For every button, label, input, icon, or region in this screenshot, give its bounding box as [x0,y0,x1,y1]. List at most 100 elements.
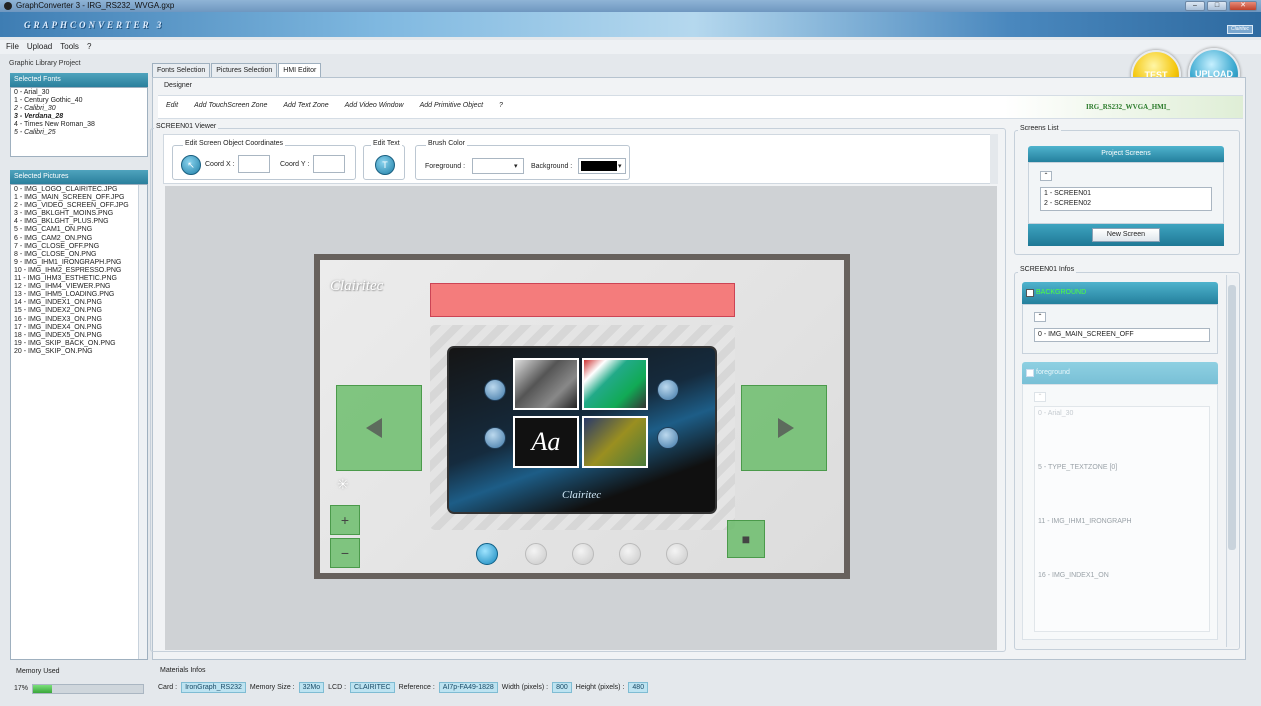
foreground-objects-list: 0 - Arial_30 5 - TYPE_TEXTZONE [0] 11 - … [1034,406,1210,632]
edit-text-button[interactable]: T [375,155,395,175]
list-item[interactable]: 3 - Verdana_28 [14,113,144,121]
hmi-side-button[interactable] [657,427,679,449]
list-item[interactable]: 20 - IMG_SKIP_ON.PNG [14,348,137,356]
fonts-list[interactable]: 0 - Arial_30 1 - Century Gothic_40 2 - C… [10,87,148,157]
menu-bar: File Upload Tools ? [0,40,1261,54]
hmi-tile-primitive[interactable] [582,416,648,468]
list-item[interactable]: 1 - IMG_MAIN_SCREEN_OFF.JPG [14,194,137,202]
list-item[interactable]: 0 - IMG_LOGO_CLAIRITEC.JPG [14,186,137,194]
tab-pictures-selection[interactable]: Pictures Selection [211,63,278,77]
list-item[interactable]: 18 - IMG_INDEX5_ON.PNG [14,332,137,340]
page-index-dot[interactable] [476,543,498,565]
list-item[interactable]: 11 - IMG_IHM3_ESTHETIC.PNG [14,275,137,283]
list-item[interactable]: 12 - IMG_IHM4_VIEWER.PNG [14,283,137,291]
list-item[interactable]: 7 - IMG_CLOSE_OFF.PNG [14,243,137,251]
coordinates-label: Edit Screen Object Coordinates [183,140,286,147]
materials-info: Card : IronGraph_RS232 Memory Size : 32M… [158,682,649,693]
list-item[interactable]: 3 - IMG_BKLGHT_MOINS.PNG [14,210,137,218]
list-item[interactable]: 0 - Arial_30 [14,89,144,97]
material-value-width: 800 [552,682,572,693]
list-item[interactable]: 19 - IMG_SKIP_BACK_ON.PNG [14,340,137,348]
background-checkbox[interactable] [1026,289,1034,297]
coordinates-button[interactable]: ↖ [181,155,201,175]
hmi-tile-text[interactable]: Aa [513,416,579,468]
list-item: 11 - IMG_IHM1_IRONGRAPH [1038,518,1132,525]
project-label: Graphic Library Project [9,60,81,67]
minimize-button[interactable]: – [1185,1,1205,11]
coord-x-input[interactable] [238,155,270,173]
page-index-dot[interactable] [666,543,688,565]
menu-tools[interactable]: Tools [60,40,79,54]
list-item[interactable]: 4 - IMG_BKLGHT_PLUS.PNG [14,218,137,226]
list-item[interactable]: 4 - Times New Roman_38 [14,121,144,129]
collapse-icon[interactable]: ⌃ [1034,312,1046,322]
screens-list[interactable]: 1 - SCREEN01 2 - SCREEN02 [1040,187,1212,211]
list-item[interactable]: 5 - IMG_CAM1_ON.PNG [14,226,137,234]
page-index-dot[interactable] [619,543,641,565]
close-button[interactable]: ✕ [1229,1,1257,11]
maximize-button[interactable]: □ [1207,1,1227,11]
viewer-label: SCREEN01 Viewer [154,123,219,130]
foreground-label: Foreground : [425,163,466,170]
collapse-icon[interactable]: ⌃ [1040,171,1052,181]
hmi-side-button[interactable] [657,379,679,401]
hmi-side-button[interactable] [484,427,506,449]
pictures-scrollbar[interactable] [138,185,147,659]
hmi-logo: Clairitec [330,278,384,294]
designer-menu-edit[interactable]: Edit [166,102,178,109]
list-item[interactable]: 10 - IMG_IHM2_ESPRESSO.PNG [14,267,137,275]
coord-y-input[interactable] [313,155,345,173]
pictures-list[interactable]: 0 - IMG_LOGO_CLAIRITEC.JPG 1 - IMG_MAIN_… [10,184,148,660]
tab-hmi-editor[interactable]: HMI Editor [278,63,322,77]
menu-help[interactable]: ? [87,40,91,54]
project-screens-header: Project Screens [1028,146,1224,162]
list-item[interactable]: 15 - IMG_INDEX2_ON.PNG [14,307,137,315]
page-index-dot[interactable] [572,543,594,565]
pictures-header: Selected Pictures [10,170,148,184]
project-name: IRG_RS232_WVGA_HMI_ [1086,103,1171,111]
designer-menu-add-text-zone[interactable]: Add Text Zone [283,102,328,109]
page-index-dot[interactable] [525,543,547,565]
list-item[interactable]: 16 - IMG_INDEX3_ON.PNG [14,316,137,324]
list-item[interactable]: 2 - SCREEN02 [1044,199,1208,209]
designer-menu-add-primitive-object[interactable]: Add Primitive Object [420,102,483,109]
infos-scroll-thumb[interactable] [1228,285,1236,550]
coord-y-label: Coord Y : [280,161,310,168]
list-item[interactable]: 1 - Century Gothic_40 [14,97,144,105]
list-item[interactable]: 2 - IMG_VIDEO_SCREEN_OFF.JPG [14,202,137,210]
list-item[interactable]: 8 - IMG_CLOSE_ON.PNG [14,251,137,259]
material-label: Memory Size : [249,684,295,691]
hmi-side-button[interactable] [484,379,506,401]
designer-menu-help[interactable]: ? [499,102,503,109]
tab-fonts-selection[interactable]: Fonts Selection [152,63,211,77]
brightness-minus-zone[interactable]: − [330,538,360,568]
background-color-swatch [581,161,617,171]
list-item[interactable]: 2 - Calibri_30 [14,105,144,113]
camera-zone[interactable]: ■ [727,520,765,558]
foreground-checkbox[interactable] [1026,369,1034,377]
brightness-plus-zone[interactable]: + [330,505,360,535]
properties-scrollbar[interactable] [990,134,998,184]
company-logo: Clairitec [1227,25,1253,34]
menu-upload[interactable]: Upload [27,40,52,54]
material-label: LCD : [328,684,347,691]
list-item[interactable]: 6 - IMG_CAM2_ON.PNG [14,235,137,243]
list-item[interactable]: 17 - IMG_INDEX4_ON.PNG [14,324,137,332]
chevron-down-icon: ▾ [514,163,518,170]
menu-file[interactable]: File [6,40,19,54]
hmi-tile-viewer[interactable] [582,358,648,410]
new-screen-button[interactable]: New Screen [1092,228,1160,242]
hmi-text-zone[interactable] [430,283,735,317]
list-item[interactable]: 5 - Calibri_25 [14,129,144,137]
list-item[interactable]: 13 - IMG_IHM5_LOADING.PNG [14,291,137,299]
background-image-select[interactable]: 0 - IMG_MAIN_SCREEN_OFF [1034,328,1210,342]
foreground-section-title: foreground [1036,369,1070,376]
designer-menu-add-touchscreen-zone[interactable]: Add TouchScreen Zone [194,102,267,109]
material-value-reference: AI7p-FA49-1828 [438,682,498,693]
list-item[interactable]: 1 - SCREEN01 [1044,189,1208,199]
designer-menu-add-video-window[interactable]: Add Video Window [345,102,404,109]
list-item[interactable]: 9 - IMG_IHM1_IRONGRAPH.PNG [14,259,137,267]
designer-menu: Edit Add TouchScreen Zone Add Text Zone … [166,102,503,109]
hmi-tile-irongraph[interactable] [513,358,579,410]
list-item[interactable]: 14 - IMG_INDEX1_ON.PNG [14,299,137,307]
